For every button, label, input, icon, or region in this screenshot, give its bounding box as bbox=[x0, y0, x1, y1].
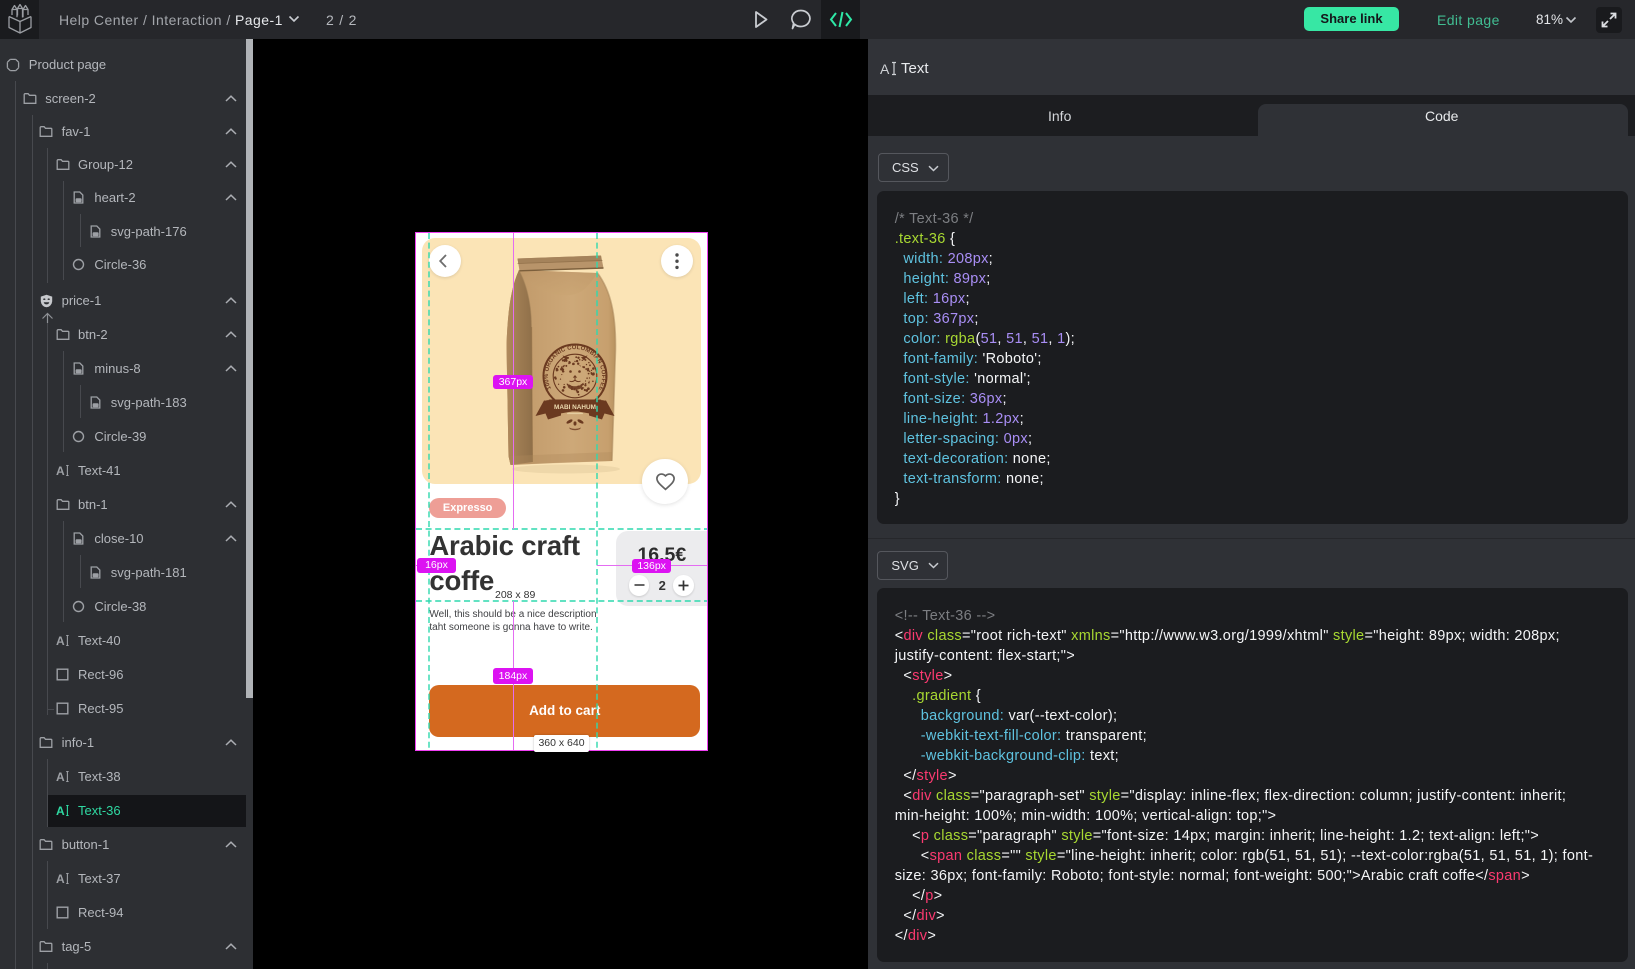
svg-text:A: A bbox=[880, 61, 890, 76]
svg-text:A: A bbox=[56, 634, 65, 647]
svg-text:A: A bbox=[56, 804, 65, 817]
svg-text:A: A bbox=[56, 464, 65, 477]
svg-text:A: A bbox=[56, 872, 65, 885]
svg-text:MABI NAHUM: MABI NAHUM bbox=[554, 404, 596, 411]
svg-text:A: A bbox=[56, 770, 65, 783]
